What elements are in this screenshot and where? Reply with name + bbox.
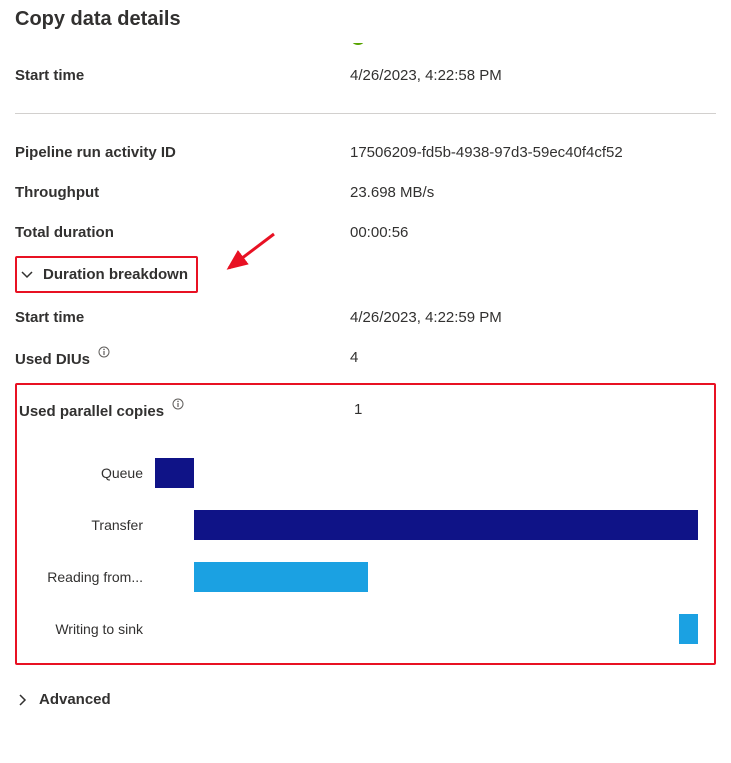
- annotation-arrow: [219, 232, 279, 278]
- annotation-highlight-duration-breakdown: Duration breakdown: [15, 256, 198, 293]
- used-dius-row: Used DIUs 4: [15, 337, 716, 377]
- breakdown-start-time-label: Start time: [15, 309, 350, 326]
- chart-track-queue: [155, 458, 698, 488]
- advanced-toggle[interactable]: Advanced: [15, 685, 716, 714]
- duration-breakdown-label: Duration breakdown: [43, 266, 188, 283]
- chart-track-transfer: [155, 510, 698, 540]
- duration-gantt-chart: Queue Transfer Reading from... Writing t…: [17, 447, 708, 655]
- used-dius-label: Used DIUs: [15, 346, 350, 368]
- total-duration-row: Total duration 00:00:56: [15, 212, 716, 252]
- chart-label-queue: Queue: [17, 465, 147, 481]
- info-icon[interactable]: [172, 398, 184, 410]
- used-dius-value: 4: [350, 349, 358, 366]
- annotation-highlight-chart-section: Used parallel copies 1 Queue Transfer Re…: [15, 383, 716, 665]
- chart-track-reading: [155, 562, 698, 592]
- advanced-label: Advanced: [39, 691, 111, 708]
- status-value-wrap: Succeeded: [350, 43, 447, 45]
- used-parallel-copies-label: Used parallel copies: [19, 398, 354, 420]
- chevron-right-icon: [17, 694, 31, 706]
- throughput-value: 23.698 MB/s: [350, 184, 434, 201]
- status-value: Succeeded: [372, 43, 447, 45]
- chart-bar-transfer: [194, 510, 698, 540]
- chart-row-reading: Reading from...: [17, 551, 698, 603]
- chart-label-reading: Reading from...: [17, 569, 147, 585]
- info-icon[interactable]: [98, 346, 110, 358]
- chevron-down-icon: [21, 269, 35, 281]
- chart-track-writing: [155, 614, 698, 644]
- chart-label-writing: Writing to sink: [17, 621, 147, 637]
- chart-row-transfer: Transfer: [17, 499, 698, 551]
- success-icon: [350, 43, 366, 45]
- chart-bar-queue: [155, 458, 194, 488]
- duration-breakdown-toggle[interactable]: Duration breakdown: [19, 260, 190, 289]
- used-parallel-copies-row: Used parallel copies 1: [17, 389, 708, 429]
- chart-bar-reading: [194, 562, 369, 592]
- section-divider: [15, 113, 716, 114]
- status-label: Status: [15, 43, 350, 45]
- total-duration-label: Total duration: [15, 224, 350, 241]
- chart-row-writing: Writing to sink: [17, 603, 698, 655]
- pipeline-run-value: 17506209-fd5b-4938-97d3-59ec40f4cf52: [350, 144, 623, 161]
- pipeline-run-row: Pipeline run activity ID 17506209-fd5b-4…: [15, 132, 716, 172]
- chart-row-queue: Queue: [17, 447, 698, 499]
- chart-bar-writing: [679, 614, 698, 644]
- start-time-row: Start time 4/26/2023, 4:22:58 PM: [15, 55, 716, 95]
- chart-label-transfer: Transfer: [17, 517, 147, 533]
- page-title: Copy data details: [15, 8, 716, 31]
- used-parallel-copies-value: 1: [354, 401, 362, 418]
- breakdown-start-time-row: Start time 4/26/2023, 4:22:59 PM: [15, 297, 716, 337]
- start-time-value: 4/26/2023, 4:22:58 PM: [350, 67, 502, 84]
- total-duration-value: 00:00:56: [350, 224, 408, 241]
- throughput-row: Throughput 23.698 MB/s: [15, 172, 716, 212]
- breakdown-start-time-value: 4/26/2023, 4:22:59 PM: [350, 309, 502, 326]
- pipeline-run-label: Pipeline run activity ID: [15, 144, 350, 161]
- status-row: Status Succeeded: [15, 43, 716, 55]
- start-time-label: Start time: [15, 67, 350, 84]
- throughput-label: Throughput: [15, 184, 350, 201]
